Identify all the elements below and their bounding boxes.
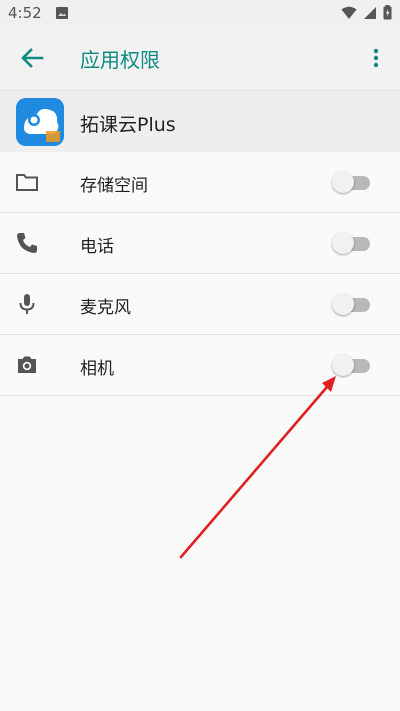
microphone-icon (19, 294, 35, 314)
status-icons (341, 5, 392, 20)
status-bar: 4:52 (0, 0, 400, 26)
page-title: 应用权限 (80, 48, 160, 72)
app-logo-icon (16, 98, 64, 146)
permission-toggle[interactable] (332, 354, 370, 376)
arrow-left-icon[interactable] (18, 44, 46, 72)
image-notification-icon (56, 7, 68, 19)
app-bar: 应用权限 (0, 26, 400, 90)
permission-row-microphone[interactable]: 麦克风 (0, 274, 400, 335)
folder-icon (16, 174, 38, 191)
status-time: 4:52 (8, 4, 42, 22)
permission-label: 电话 (80, 237, 114, 257)
permission-row-storage[interactable]: 存储空间 (0, 152, 400, 213)
wifi-icon (341, 6, 357, 19)
permission-list: 存储空间 电话 麦克风 相机 (0, 152, 400, 396)
permission-toggle[interactable] (332, 171, 370, 193)
permission-toggle[interactable] (332, 293, 370, 315)
permission-row-camera[interactable]: 相机 (0, 335, 400, 396)
permission-toggle[interactable] (332, 232, 370, 254)
phone-icon (17, 233, 37, 253)
permission-label: 麦克风 (80, 298, 131, 318)
permission-row-phone[interactable]: 电话 (0, 213, 400, 274)
signal-icon (364, 6, 376, 19)
battery-icon (383, 5, 392, 20)
permission-label: 相机 (80, 359, 114, 379)
more-vert-icon[interactable] (368, 44, 384, 72)
app-name: 拓课云Plus (80, 114, 176, 136)
app-header: 拓课云Plus (0, 90, 400, 153)
permission-label: 存储空间 (80, 176, 148, 196)
camera-icon (18, 356, 36, 373)
